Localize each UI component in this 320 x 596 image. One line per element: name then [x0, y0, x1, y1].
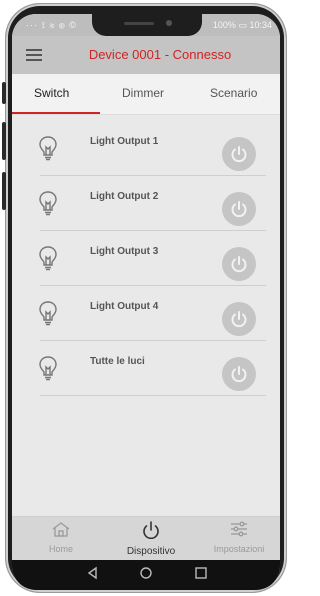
list-item-output-1: Light Output 1: [12, 115, 280, 176]
list-item-output-3: Light Output 3: [12, 225, 280, 286]
home-button-icon[interactable]: [139, 566, 153, 580]
nav-home-label: Home: [48, 544, 73, 554]
home-icon: [52, 522, 70, 537]
list-item-output-2: Light Output 2: [12, 170, 280, 231]
nav-device-label: Dispositivo: [126, 546, 176, 557]
power-toggle-button[interactable]: [222, 192, 256, 226]
power-toggle-button[interactable]: [222, 247, 256, 281]
status-icons: ··· ⟟ ≋ ⊛ ©: [26, 20, 77, 30]
power-toggle-button[interactable]: [222, 357, 256, 391]
power-toggle-button[interactable]: [222, 137, 256, 171]
power-icon: [231, 256, 247, 273]
recents-icon[interactable]: [194, 566, 208, 580]
output-list: Light Output 1 Light Output 2 Light Outp…: [12, 115, 280, 396]
tab-bar: Switch Dimmer Scenario: [12, 74, 280, 115]
nav-settings[interactable]: Impostazioni: [204, 521, 274, 554]
power-icon: [231, 201, 247, 218]
tab-dimmer[interactable]: Dimmer: [122, 86, 164, 100]
output-label: Light Output 2: [90, 191, 159, 202]
status-right: 100% ▭ 10:34: [213, 20, 272, 31]
battery-level: 100%: [212, 20, 236, 30]
bulb-icon: [39, 301, 57, 326]
list-item-all-lights: Tutte le luci: [12, 335, 280, 396]
list-item-output-4: Light Output 4: [12, 280, 280, 341]
nav-device[interactable]: Dispositivo: [116, 521, 186, 557]
nav-settings-label: Impostazioni: [213, 544, 265, 554]
front-camera: [166, 20, 172, 26]
tab-switch[interactable]: Switch: [34, 86, 69, 100]
back-icon[interactable]: [86, 566, 100, 580]
power-toggle-button[interactable]: [222, 302, 256, 336]
system-navigation-bar: [12, 560, 280, 590]
clock: 10:34: [249, 20, 272, 30]
active-tab-indicator: [12, 112, 100, 114]
power-icon: [231, 146, 247, 163]
power-icon: [231, 366, 247, 383]
tab-scenario[interactable]: Scenario: [210, 86, 257, 100]
earpiece: [124, 22, 154, 25]
bulb-icon: [39, 191, 57, 216]
screen: ··· ⟟ ≋ ⊛ © 100% ▭ 10:34 Device 0001 - C…: [12, 14, 280, 590]
volume-up-button: [2, 82, 6, 104]
output-label: Light Output 3: [90, 246, 159, 257]
device-title: Device 0001 - Connesso: [88, 47, 232, 62]
battery-icon: ▭: [238, 20, 247, 30]
side-button: [2, 172, 6, 210]
notch: [92, 14, 202, 36]
bulb-icon: [39, 246, 57, 271]
power-icon: [143, 521, 159, 540]
output-label: Tutte le luci: [90, 356, 145, 367]
divider: [40, 395, 266, 396]
bulb-icon: [39, 356, 57, 381]
output-label: Light Output 1: [90, 136, 159, 147]
output-label: Light Output 4: [90, 301, 159, 312]
app-bar: Device 0001 - Connesso: [12, 36, 280, 74]
volume-down-button: [2, 122, 6, 160]
bottom-navigation: Home Dispositivo Impostazioni: [12, 516, 280, 561]
sliders-icon: [231, 521, 247, 537]
nav-home[interactable]: Home: [26, 521, 96, 554]
power-icon: [231, 311, 247, 328]
bulb-icon: [39, 136, 57, 161]
